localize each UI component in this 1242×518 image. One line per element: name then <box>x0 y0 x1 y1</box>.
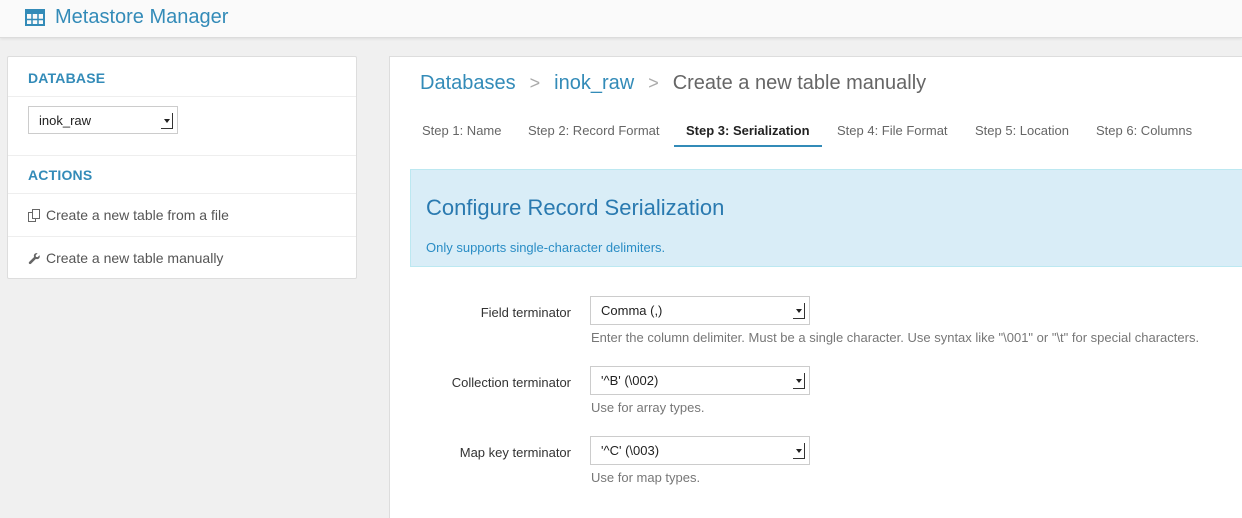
collection-terminator-label: Collection terminator <box>451 375 571 390</box>
collection-terminator-help: Use for array types. <box>591 400 705 415</box>
info-box: Configure Record Serialization Only supp… <box>410 169 1242 267</box>
dropdown-arrow-icon <box>793 303 805 319</box>
breadcrumb-separator: > <box>529 73 541 93</box>
map-key-terminator-select[interactable]: '^C' (\003) <box>590 436 810 465</box>
map-key-terminator-value: '^C' (\003) <box>601 443 660 458</box>
app-title-text: Metastore Manager <box>55 6 229 28</box>
collection-terminator-select[interactable]: '^B' (\002) <box>590 366 810 395</box>
section-subtitle: Only supports single-character delimiter… <box>426 240 666 255</box>
map-key-terminator-help: Use for map types. <box>591 470 701 485</box>
action-label: Create a new table from a file <box>46 207 229 223</box>
tab-step-5[interactable]: Step 5: Location <box>963 119 1081 147</box>
breadcrumb-databases[interactable]: Databases <box>420 72 516 95</box>
table-icon <box>25 8 45 26</box>
breadcrumb-separator: > <box>648 73 659 93</box>
breadcrumb: Databases > inok_raw > Create a new tabl… <box>420 72 926 95</box>
field-terminator-value: Comma (,) <box>601 303 663 318</box>
action-label: Create a new table manually <box>46 250 224 266</box>
main-panel: Databases > inok_raw > Create a new tabl… <box>389 56 1242 518</box>
field-terminator-select[interactable]: Comma (,) <box>590 296 810 325</box>
breadcrumb-database[interactable]: inok_raw <box>554 72 634 95</box>
database-header: DATABASE <box>28 70 106 86</box>
divider <box>8 96 356 97</box>
tab-step-6[interactable]: Step 6: Columns <box>1084 119 1204 147</box>
database-select-value: inok_raw <box>39 113 92 128</box>
create-table-manually-link[interactable]: Create a new table manually <box>28 250 223 266</box>
copy-icon <box>28 208 40 222</box>
field-terminator-help: Enter the column delimiter. Must be a si… <box>591 330 1200 345</box>
wrench-icon <box>28 252 40 264</box>
top-navbar: Metastore Manager <box>0 0 1242 38</box>
divider <box>8 193 356 194</box>
dropdown-arrow-icon <box>793 443 805 459</box>
dropdown-arrow-icon <box>161 113 173 129</box>
app-title-link[interactable]: Metastore Manager <box>25 5 228 29</box>
create-table-from-file-link[interactable]: Create a new table from a file <box>28 207 229 223</box>
breadcrumb-current: Create a new table manually <box>672 72 927 94</box>
map-key-terminator-label: Map key terminator <box>459 445 571 460</box>
actions-header: ACTIONS <box>28 167 93 183</box>
divider <box>8 155 356 156</box>
dropdown-arrow-icon <box>793 373 805 389</box>
collection-terminator-value: '^B' (\002) <box>601 373 659 388</box>
sidebar: DATABASE inok_raw ACTIONS Create a new t… <box>7 56 357 279</box>
tab-step-2[interactable]: Step 2: Record Format <box>516 119 672 147</box>
tab-step-4[interactable]: Step 4: File Format <box>825 119 960 147</box>
field-terminator-label: Field terminator <box>480 305 571 320</box>
database-select[interactable]: inok_raw <box>28 106 178 134</box>
tab-step-3[interactable]: Step 3: Serialization <box>674 119 822 147</box>
divider <box>8 236 356 237</box>
tab-step-1[interactable]: Step 1: Name <box>410 119 514 147</box>
section-title: Configure Record Serialization <box>426 195 725 220</box>
